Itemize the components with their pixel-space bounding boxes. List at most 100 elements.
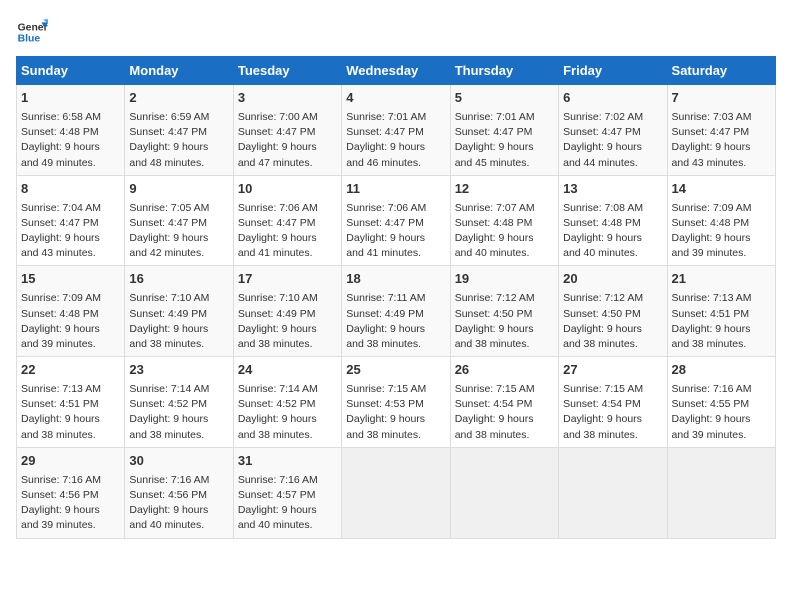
day-info-line: Daylight: 9 hours bbox=[455, 412, 554, 427]
day-info-line: Sunset: 4:47 PM bbox=[129, 125, 228, 140]
calendar-cell bbox=[667, 447, 775, 538]
day-number: 7 bbox=[672, 89, 771, 108]
day-info-line: Sunset: 4:48 PM bbox=[563, 216, 662, 231]
calendar-cell: 18Sunrise: 7:11 AMSunset: 4:49 PMDayligh… bbox=[342, 266, 450, 357]
svg-text:Blue: Blue bbox=[18, 34, 41, 45]
day-info-line: Daylight: 9 hours bbox=[21, 140, 120, 155]
day-info-line: Sunset: 4:53 PM bbox=[346, 397, 445, 412]
calendar-cell: 20Sunrise: 7:12 AMSunset: 4:50 PMDayligh… bbox=[559, 266, 667, 357]
day-info-line: Sunset: 4:48 PM bbox=[672, 216, 771, 231]
day-number: 21 bbox=[672, 270, 771, 289]
calendar-week-row: 15Sunrise: 7:09 AMSunset: 4:48 PMDayligh… bbox=[17, 266, 776, 357]
logo: General Blue bbox=[16, 16, 48, 48]
day-info-line: and 49 minutes. bbox=[21, 156, 120, 171]
day-number: 2 bbox=[129, 89, 228, 108]
calendar-cell: 14Sunrise: 7:09 AMSunset: 4:48 PMDayligh… bbox=[667, 175, 775, 266]
day-number: 4 bbox=[346, 89, 445, 108]
calendar-cell: 6Sunrise: 7:02 AMSunset: 4:47 PMDaylight… bbox=[559, 85, 667, 176]
day-info-line: and 38 minutes. bbox=[455, 337, 554, 352]
day-info-line: Sunrise: 7:15 AM bbox=[455, 382, 554, 397]
day-info-line: Daylight: 9 hours bbox=[238, 231, 337, 246]
day-number: 16 bbox=[129, 270, 228, 289]
day-number: 11 bbox=[346, 180, 445, 199]
calendar-cell: 21Sunrise: 7:13 AMSunset: 4:51 PMDayligh… bbox=[667, 266, 775, 357]
calendar-cell: 5Sunrise: 7:01 AMSunset: 4:47 PMDaylight… bbox=[450, 85, 558, 176]
calendar-cell: 1Sunrise: 6:58 AMSunset: 4:48 PMDaylight… bbox=[17, 85, 125, 176]
day-info-line: Sunrise: 7:16 AM bbox=[129, 473, 228, 488]
calendar-cell: 27Sunrise: 7:15 AMSunset: 4:54 PMDayligh… bbox=[559, 357, 667, 448]
calendar-week-row: 22Sunrise: 7:13 AMSunset: 4:51 PMDayligh… bbox=[17, 357, 776, 448]
day-number: 12 bbox=[455, 180, 554, 199]
day-number: 22 bbox=[21, 361, 120, 380]
day-number: 14 bbox=[672, 180, 771, 199]
day-number: 5 bbox=[455, 89, 554, 108]
day-number: 19 bbox=[455, 270, 554, 289]
day-info-line: Sunrise: 7:13 AM bbox=[21, 382, 120, 397]
day-info-line: Sunrise: 7:09 AM bbox=[672, 201, 771, 216]
day-number: 25 bbox=[346, 361, 445, 380]
calendar-week-row: 1Sunrise: 6:58 AMSunset: 4:48 PMDaylight… bbox=[17, 85, 776, 176]
day-info-line: and 47 minutes. bbox=[238, 156, 337, 171]
day-info-line: Sunset: 4:47 PM bbox=[346, 125, 445, 140]
calendar-cell: 30Sunrise: 7:16 AMSunset: 4:56 PMDayligh… bbox=[125, 447, 233, 538]
column-header-wednesday: Wednesday bbox=[342, 57, 450, 85]
day-info-line: Sunset: 4:48 PM bbox=[455, 216, 554, 231]
day-info-line: and 43 minutes. bbox=[672, 156, 771, 171]
logo-icon: General Blue bbox=[16, 16, 48, 48]
day-info-line: and 45 minutes. bbox=[455, 156, 554, 171]
calendar-cell: 8Sunrise: 7:04 AMSunset: 4:47 PMDaylight… bbox=[17, 175, 125, 266]
day-info-line: Sunset: 4:55 PM bbox=[672, 397, 771, 412]
day-number: 30 bbox=[129, 452, 228, 471]
calendar-cell: 13Sunrise: 7:08 AMSunset: 4:48 PMDayligh… bbox=[559, 175, 667, 266]
day-info-line: Sunrise: 7:01 AM bbox=[346, 110, 445, 125]
calendar-cell: 11Sunrise: 7:06 AMSunset: 4:47 PMDayligh… bbox=[342, 175, 450, 266]
day-info-line: and 39 minutes. bbox=[672, 428, 771, 443]
day-info-line: Sunrise: 7:00 AM bbox=[238, 110, 337, 125]
day-info-line: Daylight: 9 hours bbox=[346, 140, 445, 155]
day-info-line: Sunrise: 7:09 AM bbox=[21, 291, 120, 306]
calendar-cell: 16Sunrise: 7:10 AMSunset: 4:49 PMDayligh… bbox=[125, 266, 233, 357]
day-info-line: and 40 minutes. bbox=[455, 246, 554, 261]
day-info-line: Sunrise: 7:06 AM bbox=[238, 201, 337, 216]
day-info-line: Sunset: 4:47 PM bbox=[238, 125, 337, 140]
calendar-cell: 4 Sunrise: 7:01 AMSunset: 4:47 PMDaylight… bbox=[342, 85, 450, 176]
column-header-tuesday: Tuesday bbox=[233, 57, 341, 85]
calendar-cell bbox=[342, 447, 450, 538]
day-info-line: and 38 minutes. bbox=[129, 337, 228, 352]
day-info-line: Sunrise: 7:13 AM bbox=[672, 291, 771, 306]
day-info-line: and 46 minutes. bbox=[346, 156, 445, 171]
calendar-body: 1Sunrise: 6:58 AMSunset: 4:48 PMDaylight… bbox=[17, 85, 776, 539]
day-info-line: Sunrise: 7:02 AM bbox=[563, 110, 662, 125]
day-info-line: Sunset: 4:52 PM bbox=[238, 397, 337, 412]
day-info-line: and 38 minutes. bbox=[455, 428, 554, 443]
day-info-line: Sunrise: 7:14 AM bbox=[129, 382, 228, 397]
column-header-thursday: Thursday bbox=[450, 57, 558, 85]
day-info-line: Sunset: 4:52 PM bbox=[129, 397, 228, 412]
calendar-cell: 23Sunrise: 7:14 AMSunset: 4:52 PMDayligh… bbox=[125, 357, 233, 448]
day-info-line: and 38 minutes. bbox=[129, 428, 228, 443]
day-info-line: Sunrise: 7:10 AM bbox=[238, 291, 337, 306]
day-info-line: Daylight: 9 hours bbox=[563, 322, 662, 337]
day-info-line: Sunset: 4:49 PM bbox=[346, 307, 445, 322]
calendar-cell: 10Sunrise: 7:06 AMSunset: 4:47 PMDayligh… bbox=[233, 175, 341, 266]
day-info-line: Sunset: 4:48 PM bbox=[21, 307, 120, 322]
column-header-monday: Monday bbox=[125, 57, 233, 85]
day-info-line: Sunset: 4:56 PM bbox=[129, 488, 228, 503]
column-header-friday: Friday bbox=[559, 57, 667, 85]
day-number: 9 bbox=[129, 180, 228, 199]
day-info-line: Sunset: 4:47 PM bbox=[455, 125, 554, 140]
day-info-line: Daylight: 9 hours bbox=[21, 503, 120, 518]
day-info-line: and 42 minutes. bbox=[129, 246, 228, 261]
day-info-line: Daylight: 9 hours bbox=[346, 412, 445, 427]
day-info-line: and 38 minutes. bbox=[238, 428, 337, 443]
column-header-sunday: Sunday bbox=[17, 57, 125, 85]
day-number: 13 bbox=[563, 180, 662, 199]
day-info-line: Sunset: 4:47 PM bbox=[21, 216, 120, 231]
day-info-line: Sunrise: 7:15 AM bbox=[346, 382, 445, 397]
day-info-line: Daylight: 9 hours bbox=[672, 140, 771, 155]
day-info-line: and 41 minutes. bbox=[238, 246, 337, 261]
calendar-table: SundayMondayTuesdayWednesdayThursdayFrid… bbox=[16, 56, 776, 539]
calendar-cell: 31Sunrise: 7:16 AMSunset: 4:57 PMDayligh… bbox=[233, 447, 341, 538]
day-info-line: Sunset: 4:50 PM bbox=[563, 307, 662, 322]
day-number: 3 bbox=[238, 89, 337, 108]
